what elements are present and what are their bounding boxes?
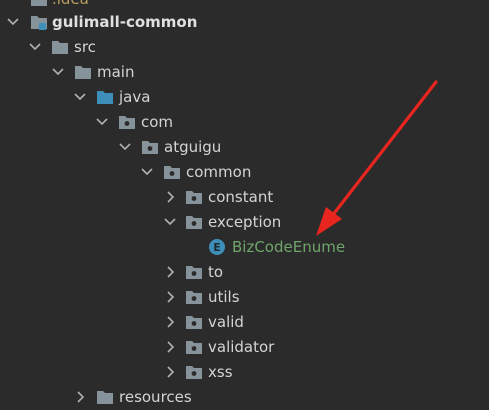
chevron-right-icon[interactable] bbox=[162, 339, 178, 355]
package-icon bbox=[185, 363, 203, 381]
tree-item-label: .idea bbox=[52, 0, 89, 9]
tree-item-exception[interactable]: exception bbox=[0, 210, 489, 235]
chevron-right-icon[interactable] bbox=[162, 314, 178, 330]
chevron-down-icon[interactable] bbox=[139, 164, 155, 180]
tree-item-constant[interactable]: constant bbox=[0, 185, 489, 210]
package-icon bbox=[185, 338, 203, 356]
tree-item-label: common bbox=[186, 163, 252, 181]
tree-item-label: exception bbox=[208, 213, 282, 231]
chevron-down-icon[interactable] bbox=[117, 139, 133, 155]
chevron-right-icon[interactable] bbox=[162, 364, 178, 380]
package-icon bbox=[141, 138, 159, 156]
tree-item-label: to bbox=[208, 263, 224, 281]
tree-item-label: com bbox=[141, 113, 174, 131]
chevron-right-icon[interactable] bbox=[162, 289, 178, 305]
folder-icon bbox=[51, 38, 69, 56]
tree-item-bizcodeenume[interactable]: E BizCodeEnume bbox=[0, 235, 489, 260]
tree-item-xss[interactable]: xss bbox=[0, 360, 489, 385]
tree-item-label: constant bbox=[208, 188, 274, 206]
tree-item-utils[interactable]: utils bbox=[0, 285, 489, 310]
package-icon bbox=[185, 288, 203, 306]
enum-badge-letter: E bbox=[213, 241, 221, 254]
folder-icon bbox=[96, 388, 114, 406]
folder-icon bbox=[74, 63, 92, 81]
tree-item-label: BizCodeEnume bbox=[232, 238, 346, 256]
tree-item-label: resources bbox=[119, 388, 192, 406]
tree-item-label: main bbox=[97, 63, 135, 81]
chevron-right-icon[interactable] bbox=[72, 389, 88, 405]
tree-item-label: atguigu bbox=[164, 138, 222, 156]
tree-item-main[interactable]: main bbox=[0, 60, 489, 85]
tree-item-label: valid bbox=[208, 313, 244, 331]
project-tree: .idea gulimall-common src main bbox=[0, 0, 489, 406]
tree-item-label: gulimall-common bbox=[52, 13, 198, 31]
tree-item-common[interactable]: common bbox=[0, 160, 489, 185]
tree-item-label: xss bbox=[208, 363, 233, 381]
tree-item-gulimall-common[interactable]: gulimall-common bbox=[0, 10, 489, 35]
source-root-icon bbox=[96, 88, 114, 106]
package-icon bbox=[118, 113, 136, 131]
package-icon bbox=[185, 213, 203, 231]
tree-item-valid[interactable]: valid bbox=[0, 310, 489, 335]
tree-item-resources[interactable]: resources bbox=[0, 385, 489, 410]
tree-item-label: utils bbox=[208, 288, 240, 306]
tree-item-label: validator bbox=[208, 338, 275, 356]
tree-item-src[interactable]: src bbox=[0, 35, 489, 60]
chevron-down-icon[interactable] bbox=[27, 39, 43, 55]
chevron-down-icon[interactable] bbox=[50, 64, 66, 80]
chevron-down-icon[interactable] bbox=[5, 14, 21, 30]
tree-item-label: java bbox=[119, 88, 151, 106]
chevron-right-icon[interactable] bbox=[162, 189, 178, 205]
folder-icon bbox=[30, 0, 48, 8]
chevron-right-icon[interactable] bbox=[162, 264, 178, 280]
enum-icon: E bbox=[208, 238, 226, 256]
package-icon bbox=[185, 313, 203, 331]
tree-item-to[interactable]: to bbox=[0, 260, 489, 285]
chevron-down-icon[interactable] bbox=[72, 89, 88, 105]
chevron-down-icon[interactable] bbox=[94, 114, 110, 130]
tree-item-java[interactable]: java bbox=[0, 85, 489, 110]
tree-item-label: src bbox=[74, 38, 96, 56]
tree-item-com[interactable]: com bbox=[0, 110, 489, 135]
tree-item-validator[interactable]: validator bbox=[0, 335, 489, 360]
package-icon bbox=[185, 188, 203, 206]
module-icon bbox=[30, 13, 48, 31]
chevron-down-icon[interactable] bbox=[162, 214, 178, 230]
package-icon bbox=[163, 163, 181, 181]
tree-item-atguigu[interactable]: atguigu bbox=[0, 135, 489, 160]
package-icon bbox=[185, 263, 203, 281]
